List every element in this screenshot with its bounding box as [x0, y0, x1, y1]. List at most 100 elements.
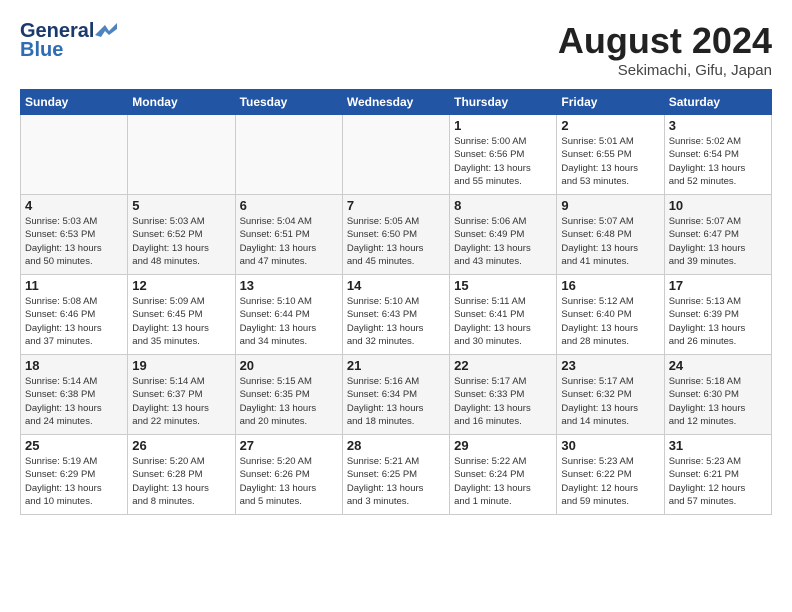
day-number: 26 — [132, 438, 230, 453]
day-of-week-header: Monday — [128, 90, 235, 115]
calendar-cell: 1 Sunrise: 5:00 AM Sunset: 6:56 PM Daylig… — [450, 115, 557, 195]
cell-daylight-info: Sunrise: 5:16 AM Sunset: 6:34 PM Dayligh… — [347, 375, 445, 428]
day-of-week-header: Sunday — [21, 90, 128, 115]
calendar-cell: 23 Sunrise: 5:17 AM Sunset: 6:32 PM Dayli… — [557, 355, 664, 435]
calendar-cell — [21, 115, 128, 195]
page-header: General Blue August 2024 Sekimachi, Gifu… — [20, 20, 772, 79]
calendar-cell: 28Sunrise: 5:21 AM Sunset: 6:25 PM Dayli… — [342, 435, 449, 515]
cell-daylight-info: Sunrise: 5:14 AM Sunset: 6:37 PM Dayligh… — [132, 375, 230, 428]
cell-daylight-info: Sunrise: 5:23 AM Sunset: 6:22 PM Dayligh… — [561, 455, 659, 508]
month-title: August 2024 — [558, 20, 772, 62]
calendar-cell: 2 Sunrise: 5:01 AM Sunset: 6:55 PM Daylig… — [557, 115, 664, 195]
day-number: 15 — [454, 278, 552, 293]
day-number: 8 — [454, 198, 552, 213]
day-number: 27 — [240, 438, 338, 453]
calendar-cell: 4 Sunrise: 5:03 AM Sunset: 6:53 PM Daylig… — [21, 195, 128, 275]
calendar-cell: 31 Sunrise: 5:23 AM Sunset: 6:21 PM Dayli… — [664, 435, 771, 515]
day-of-week-header: Friday — [557, 90, 664, 115]
day-number: 2 — [561, 118, 659, 133]
logo-blue: Blue — [20, 39, 63, 62]
calendar-cell — [235, 115, 342, 195]
calendar-cell: 30 Sunrise: 5:23 AM Sunset: 6:22 PM Dayli… — [557, 435, 664, 515]
calendar-table: SundayMondayTuesdayWednesdayThursdayFrid… — [20, 89, 772, 515]
calendar-week-row: 1 Sunrise: 5:00 AM Sunset: 6:56 PM Daylig… — [21, 115, 772, 195]
day-number: 31 — [669, 438, 767, 453]
calendar-cell: 25Sunrise: 5:19 AM Sunset: 6:29 PM Dayli… — [21, 435, 128, 515]
calendar-cell: 13 Sunrise: 5:10 AM Sunset: 6:44 PM Dayli… — [235, 275, 342, 355]
calendar-cell: 15 Sunrise: 5:11 AM Sunset: 6:41 PM Dayli… — [450, 275, 557, 355]
cell-daylight-info: Sunrise: 5:23 AM Sunset: 6:21 PM Dayligh… — [669, 455, 767, 508]
cell-daylight-info: Sunrise: 5:02 AM Sunset: 6:54 PM Dayligh… — [669, 135, 767, 188]
calendar-cell: 16 Sunrise: 5:12 AM Sunset: 6:40 PM Dayli… — [557, 275, 664, 355]
calendar-week-row: 25Sunrise: 5:19 AM Sunset: 6:29 PM Dayli… — [21, 435, 772, 515]
calendar-cell: 26Sunrise: 5:20 AM Sunset: 6:28 PM Dayli… — [128, 435, 235, 515]
cell-daylight-info: Sunrise: 5:03 AM Sunset: 6:52 PM Dayligh… — [132, 215, 230, 268]
day-number: 19 — [132, 358, 230, 373]
cell-daylight-info: Sunrise: 5:10 AM Sunset: 6:44 PM Dayligh… — [240, 295, 338, 348]
calendar-cell — [128, 115, 235, 195]
cell-daylight-info: Sunrise: 5:10 AM Sunset: 6:43 PM Dayligh… — [347, 295, 445, 348]
day-of-week-header: Tuesday — [235, 90, 342, 115]
calendar-cell: 18 Sunrise: 5:14 AM Sunset: 6:38 PM Dayli… — [21, 355, 128, 435]
calendar-cell: 17Sunrise: 5:13 AM Sunset: 6:39 PM Dayli… — [664, 275, 771, 355]
calendar-cell: 21 Sunrise: 5:16 AM Sunset: 6:34 PM Dayli… — [342, 355, 449, 435]
calendar-cell: 20Sunrise: 5:15 AM Sunset: 6:35 PM Dayli… — [235, 355, 342, 435]
calendar-week-row: 4 Sunrise: 5:03 AM Sunset: 6:53 PM Daylig… — [21, 195, 772, 275]
day-number: 10 — [669, 198, 767, 213]
cell-daylight-info: Sunrise: 5:00 AM Sunset: 6:56 PM Dayligh… — [454, 135, 552, 188]
day-number: 21 — [347, 358, 445, 373]
cell-daylight-info: Sunrise: 5:12 AM Sunset: 6:40 PM Dayligh… — [561, 295, 659, 348]
logo: General Blue — [20, 20, 117, 62]
cell-daylight-info: Sunrise: 5:17 AM Sunset: 6:32 PM Dayligh… — [561, 375, 659, 428]
cell-daylight-info: Sunrise: 5:15 AM Sunset: 6:35 PM Dayligh… — [240, 375, 338, 428]
cell-daylight-info: Sunrise: 5:06 AM Sunset: 6:49 PM Dayligh… — [454, 215, 552, 268]
cell-daylight-info: Sunrise: 5:09 AM Sunset: 6:45 PM Dayligh… — [132, 295, 230, 348]
cell-daylight-info: Sunrise: 5:14 AM Sunset: 6:38 PM Dayligh… — [25, 375, 123, 428]
day-of-week-header: Thursday — [450, 90, 557, 115]
cell-daylight-info: Sunrise: 5:18 AM Sunset: 6:30 PM Dayligh… — [669, 375, 767, 428]
cell-daylight-info: Sunrise: 5:03 AM Sunset: 6:53 PM Dayligh… — [25, 215, 123, 268]
calendar-cell: 19 Sunrise: 5:14 AM Sunset: 6:37 PM Dayli… — [128, 355, 235, 435]
day-number: 23 — [561, 358, 659, 373]
cell-daylight-info: Sunrise: 5:19 AM Sunset: 6:29 PM Dayligh… — [25, 455, 123, 508]
calendar-cell: 3 Sunrise: 5:02 AM Sunset: 6:54 PM Daylig… — [664, 115, 771, 195]
calendar-cell: 10Sunrise: 5:07 AM Sunset: 6:47 PM Dayli… — [664, 195, 771, 275]
day-number: 4 — [25, 198, 123, 213]
cell-daylight-info: Sunrise: 5:01 AM Sunset: 6:55 PM Dayligh… — [561, 135, 659, 188]
calendar-cell: 22Sunrise: 5:17 AM Sunset: 6:33 PM Dayli… — [450, 355, 557, 435]
day-number: 6 — [240, 198, 338, 213]
calendar-cell: 14 Sunrise: 5:10 AM Sunset: 6:43 PM Dayli… — [342, 275, 449, 355]
calendar-week-row: 11 Sunrise: 5:08 AM Sunset: 6:46 PM Dayli… — [21, 275, 772, 355]
cell-daylight-info: Sunrise: 5:08 AM Sunset: 6:46 PM Dayligh… — [25, 295, 123, 348]
logo-bird-icon — [95, 23, 117, 39]
day-number: 30 — [561, 438, 659, 453]
day-number: 7 — [347, 198, 445, 213]
day-number: 18 — [25, 358, 123, 373]
day-number: 17 — [669, 278, 767, 293]
calendar-week-row: 18 Sunrise: 5:14 AM Sunset: 6:38 PM Dayli… — [21, 355, 772, 435]
day-number: 12 — [132, 278, 230, 293]
day-number: 16 — [561, 278, 659, 293]
calendar-header-row: SundayMondayTuesdayWednesdayThursdayFrid… — [21, 90, 772, 115]
calendar-cell: 7 Sunrise: 5:05 AM Sunset: 6:50 PM Daylig… — [342, 195, 449, 275]
calendar-cell: 12 Sunrise: 5:09 AM Sunset: 6:45 PM Dayli… — [128, 275, 235, 355]
day-number: 29 — [454, 438, 552, 453]
calendar-cell: 11 Sunrise: 5:08 AM Sunset: 6:46 PM Dayli… — [21, 275, 128, 355]
calendar-cell: 6Sunrise: 5:04 AM Sunset: 6:51 PM Daylig… — [235, 195, 342, 275]
calendar-cell: 29Sunrise: 5:22 AM Sunset: 6:24 PM Dayli… — [450, 435, 557, 515]
day-number: 1 — [454, 118, 552, 133]
calendar-cell — [342, 115, 449, 195]
day-number: 14 — [347, 278, 445, 293]
calendar-cell: 24Sunrise: 5:18 AM Sunset: 6:30 PM Dayli… — [664, 355, 771, 435]
day-number: 22 — [454, 358, 552, 373]
cell-daylight-info: Sunrise: 5:11 AM Sunset: 6:41 PM Dayligh… — [454, 295, 552, 348]
day-number: 13 — [240, 278, 338, 293]
day-number: 11 — [25, 278, 123, 293]
calendar-cell: 8 Sunrise: 5:06 AM Sunset: 6:49 PM Daylig… — [450, 195, 557, 275]
day-number: 3 — [669, 118, 767, 133]
day-of-week-header: Wednesday — [342, 90, 449, 115]
day-number: 28 — [347, 438, 445, 453]
cell-daylight-info: Sunrise: 5:05 AM Sunset: 6:50 PM Dayligh… — [347, 215, 445, 268]
day-number: 5 — [132, 198, 230, 213]
location-subtitle: Sekimachi, Gifu, Japan — [558, 62, 772, 79]
